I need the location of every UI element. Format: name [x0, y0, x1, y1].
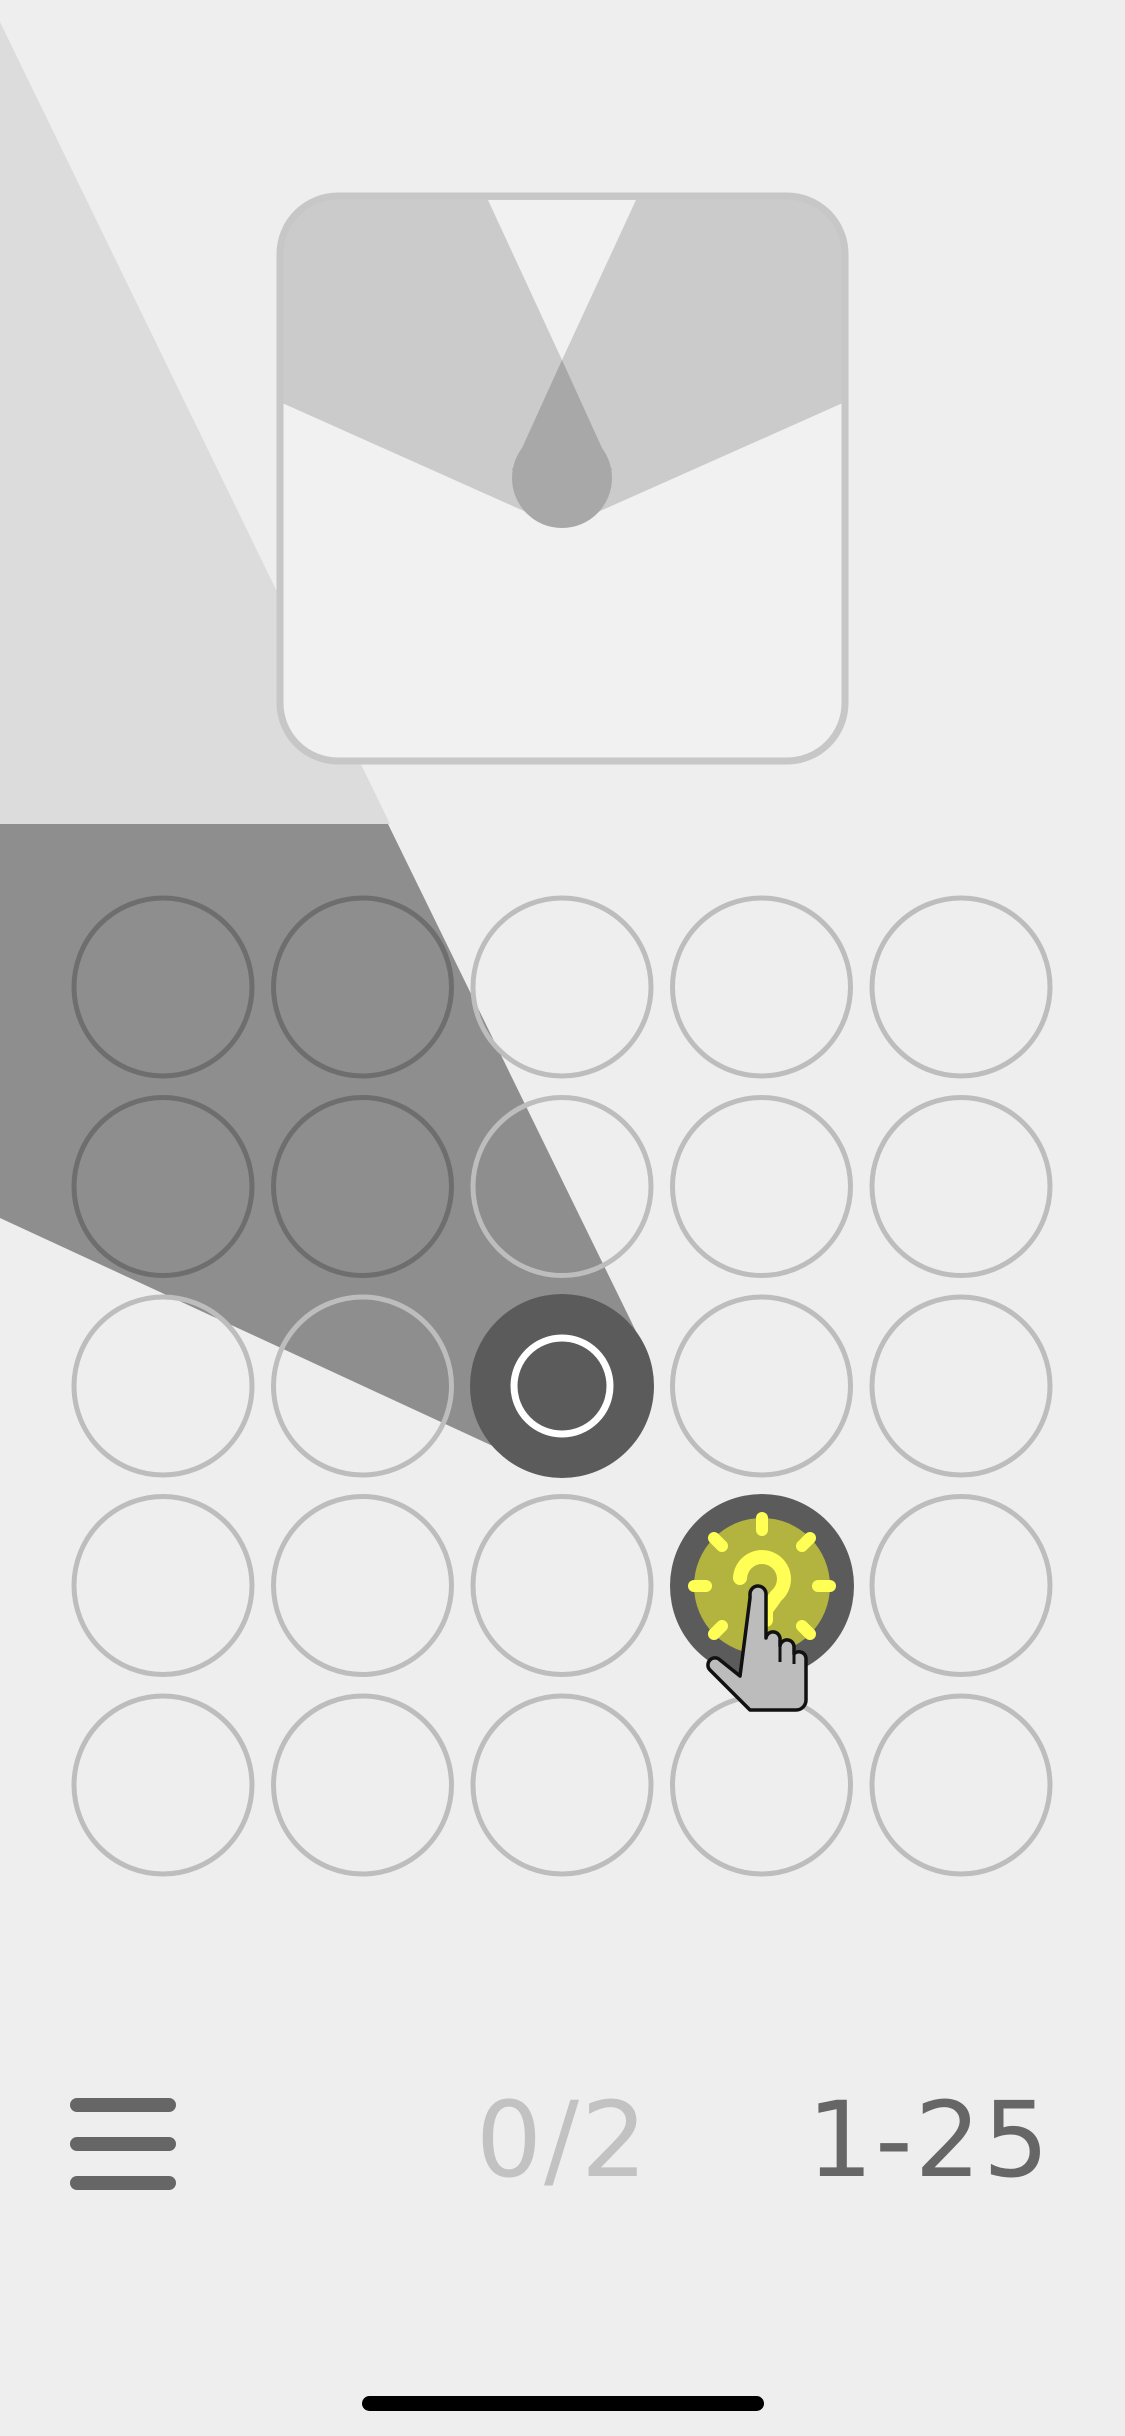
grid-cell[interactable] — [271, 1693, 454, 1877]
grid-cell[interactable] — [470, 1693, 654, 1877]
grid-cell[interactable] — [869, 1294, 1053, 1478]
grid-cell[interactable] — [869, 895, 1053, 1079]
grid-cell[interactable] — [470, 1494, 654, 1677]
level-indicator: 1-25 — [806, 2079, 1051, 2201]
menu-button[interactable] — [68, 2098, 178, 2190]
target-preview-card — [276, 192, 849, 765]
grid-cell[interactable] — [869, 1693, 1053, 1877]
lamp-cell[interactable] — [470, 1294, 654, 1478]
grid-cell[interactable] — [71, 1494, 255, 1677]
grid-cell[interactable] — [670, 1693, 853, 1877]
grid-cell[interactable] — [869, 1494, 1053, 1677]
grid-cell[interactable] — [271, 1494, 454, 1677]
grid-cell[interactable] — [670, 1294, 853, 1478]
solved-progress-counter: 0/2 — [475, 2079, 650, 2201]
hint-button[interactable] — [670, 1494, 854, 1712]
grid-cell[interactable] — [670, 1095, 853, 1278]
grid-cell[interactable] — [470, 895, 654, 1079]
grid-cell[interactable] — [71, 1693, 255, 1877]
grid-cell[interactable] — [670, 895, 853, 1079]
home-indicator[interactable] — [362, 2396, 764, 2411]
grid-cell[interactable] — [869, 1095, 1053, 1278]
grid-cell[interactable] — [71, 1294, 255, 1478]
